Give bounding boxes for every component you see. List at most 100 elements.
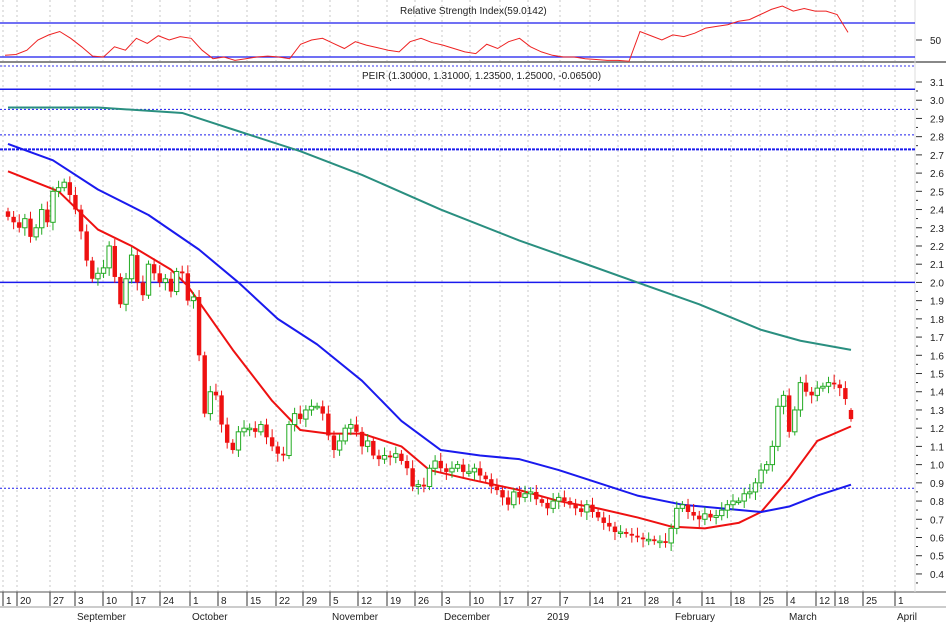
candle-body (466, 471, 472, 474)
y-tick-label: 2.5 (930, 187, 944, 198)
candle-body (522, 493, 528, 498)
candle (764, 460, 770, 474)
candle-body (224, 424, 230, 443)
x-tick-label: 4 (676, 596, 682, 607)
y-tick-label: 0.8 (930, 497, 944, 508)
candle-body (61, 181, 67, 189)
candle-body (489, 479, 494, 487)
candle-body (601, 517, 606, 523)
candle (291, 407, 298, 432)
candle-body (5, 211, 11, 217)
candle-body (230, 442, 235, 451)
candle (28, 211, 33, 243)
candle (780, 390, 787, 415)
candle-body (196, 296, 202, 356)
rsi-tick-label: 50 (930, 36, 942, 47)
candle (679, 501, 686, 512)
month-label: March (789, 612, 817, 623)
x-tick-label: 3 (78, 596, 84, 607)
candle-body (336, 440, 343, 451)
candle (128, 247, 135, 284)
candle-body (168, 278, 174, 292)
candle-body (719, 509, 725, 517)
candle (645, 532, 652, 546)
candle-body (500, 490, 505, 498)
candle-body (505, 497, 511, 505)
candle (410, 460, 415, 492)
candle-body (438, 460, 443, 469)
candle (719, 502, 725, 521)
candle-body (404, 460, 410, 469)
candle-body (825, 382, 832, 387)
y-tick-label: 0.6 (930, 534, 944, 545)
candle-body (67, 182, 73, 195)
candle-body (123, 278, 129, 305)
candle (702, 506, 708, 526)
candle-body (550, 500, 556, 509)
ma-mid-line (7, 143, 852, 513)
candle (617, 525, 624, 538)
y-tick-label: 2.0 (930, 278, 944, 289)
candle (399, 450, 404, 465)
candle-body (55, 187, 62, 192)
candle-body (645, 538, 652, 542)
candle (550, 493, 556, 514)
y-tick-label: 2.6 (930, 169, 944, 180)
candle-body (674, 507, 680, 529)
candle-body (708, 513, 713, 518)
candle-body (612, 526, 618, 533)
candle-body (814, 387, 820, 396)
candle (219, 390, 224, 433)
candle-body (246, 427, 253, 431)
candle (145, 260, 152, 299)
x-tick-label: 22 (279, 596, 291, 607)
candle-body (511, 491, 517, 506)
candle (735, 497, 742, 505)
candle-body (595, 511, 601, 518)
candle (820, 382, 826, 392)
candle (797, 376, 804, 417)
y-tick-label: 0.7 (930, 515, 944, 526)
x-tick-label: 14 (593, 596, 605, 607)
candle-body (848, 409, 854, 420)
x-tick-label: 5 (333, 596, 339, 607)
candle-body (17, 222, 22, 228)
candle (342, 424, 348, 445)
candle (489, 473, 494, 494)
candle (444, 463, 449, 480)
candle-body (100, 267, 107, 274)
candle (168, 271, 174, 298)
candle-body (376, 455, 382, 460)
month-label: September (77, 612, 127, 623)
candle (135, 250, 140, 291)
candle (45, 201, 50, 228)
candle (17, 214, 22, 233)
candle-body (28, 218, 33, 237)
candle (393, 446, 399, 464)
candle (258, 420, 264, 436)
candle (814, 381, 820, 402)
x-tick-label: 24 (163, 596, 175, 607)
candle (663, 533, 668, 548)
candle (461, 458, 466, 479)
y-tick-label: 1.7 (930, 333, 944, 344)
candle-body (235, 431, 242, 451)
candle (253, 421, 258, 438)
candle-body (342, 427, 348, 442)
rsi-title: Relative Strength Index(59.0142) (400, 6, 547, 17)
candle-body (837, 384, 842, 389)
candle-body (775, 405, 781, 447)
candle (55, 180, 62, 198)
candle (635, 527, 640, 543)
candle-body (449, 467, 455, 473)
candle-body (393, 453, 399, 458)
candle (151, 258, 157, 281)
candle (11, 210, 16, 230)
y-tick-label: 2.4 (930, 206, 944, 217)
candle (140, 275, 146, 302)
y-tick-label: 1.6 (930, 351, 944, 362)
candle (786, 388, 792, 438)
candle-body (118, 276, 123, 305)
candle (747, 483, 753, 499)
candle-body (281, 453, 286, 456)
